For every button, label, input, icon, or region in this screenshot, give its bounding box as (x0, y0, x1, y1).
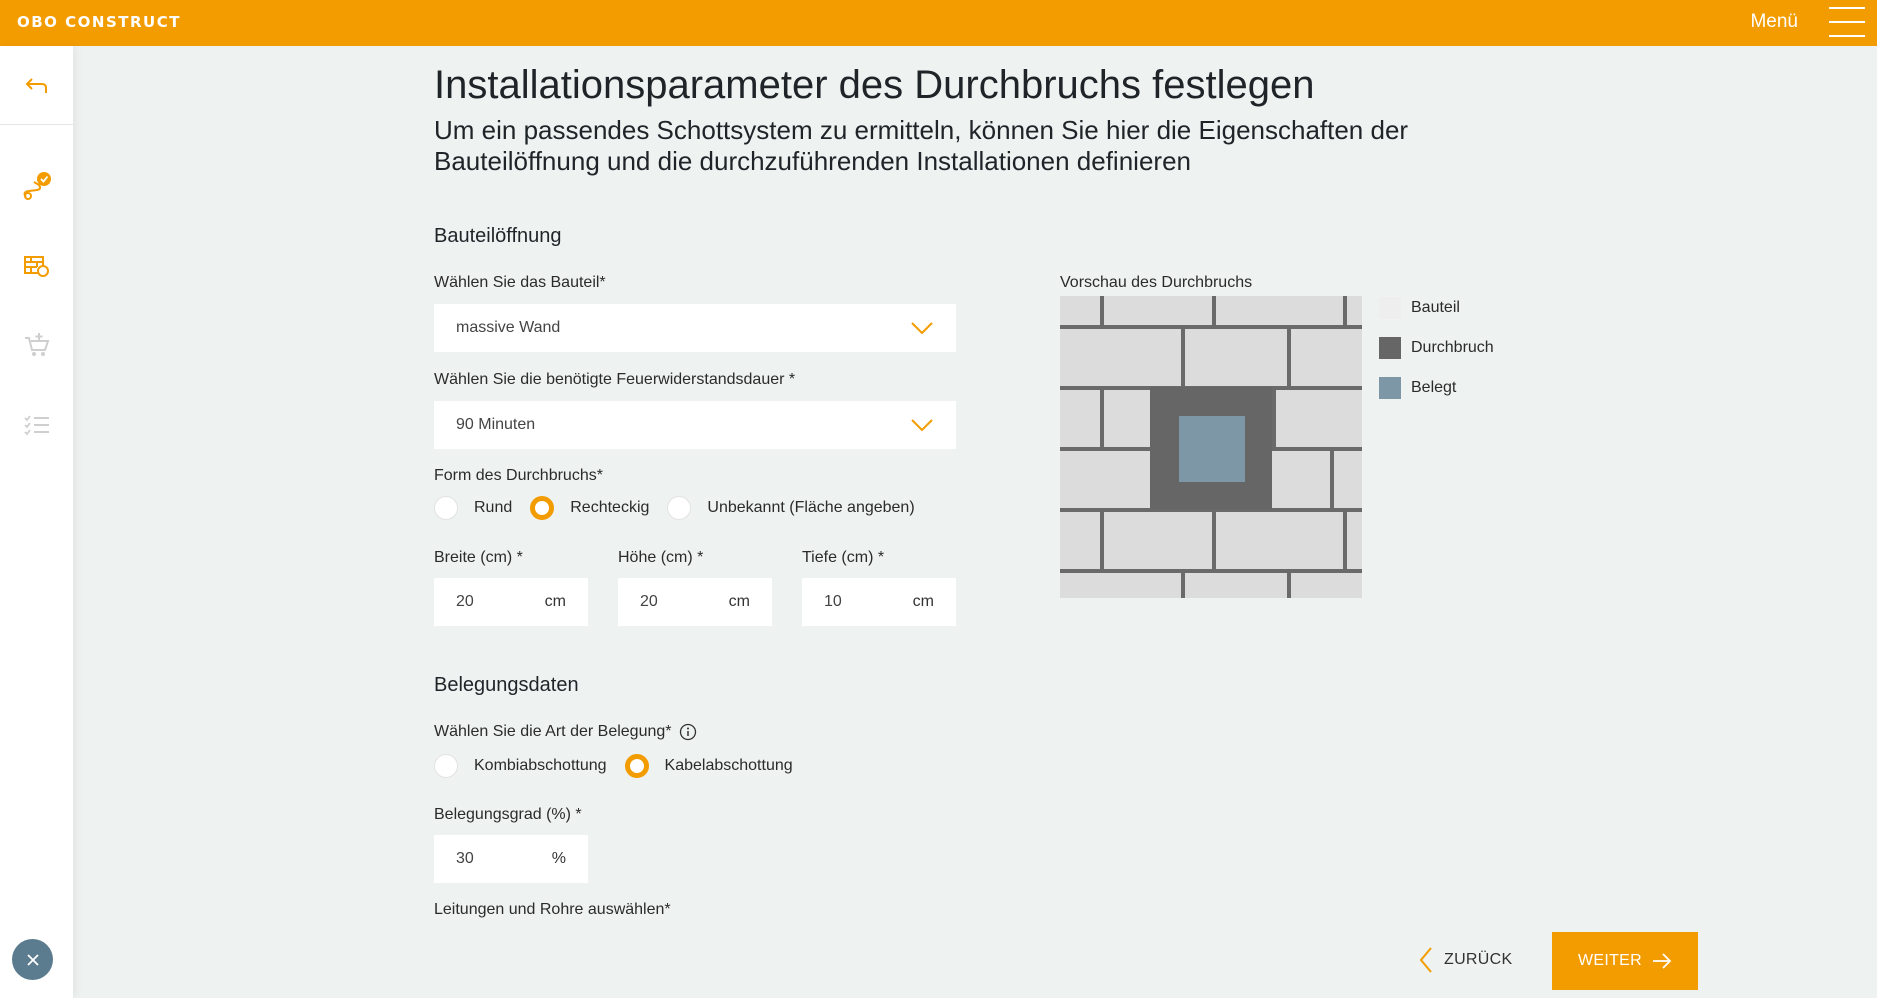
legend-label: Belegt (1411, 379, 1457, 396)
width-value: 20 (456, 593, 474, 610)
legend-item-component: Bauteil (1379, 297, 1460, 319)
legend-label: Durchbruch (1411, 339, 1494, 356)
occupied-area (1179, 416, 1245, 482)
depth-input[interactable]: 10 cm (802, 578, 956, 626)
back-button[interactable]: ZURÜCK (1418, 942, 1512, 978)
page-subtitle: Um ein passendes Schottsystem zu ermitte… (434, 115, 1409, 176)
occupancy-degree-value: 30 (456, 850, 474, 867)
route-check-icon[interactable] (0, 160, 73, 214)
menu-label[interactable]: Menü (1750, 11, 1798, 33)
shape-radio-round[interactable] (434, 496, 458, 520)
logo[interactable]: OBO CONSTRUCT (17, 13, 181, 31)
occupancy-type-radio-group: Kombiabschottung Kabelabschottung (434, 754, 811, 778)
occupancy-radio-combi[interactable] (434, 754, 458, 778)
legend-swatch (1379, 337, 1401, 359)
hamburger-menu-icon[interactable] (1829, 7, 1865, 37)
depth-label: Tiefe (cm) * (802, 549, 885, 566)
sidebar-divider (0, 124, 73, 125)
unit-label: % (551, 850, 566, 867)
legend-swatch (1379, 297, 1401, 319)
close-icon (26, 953, 39, 966)
legend-item-occupied: Belegt (1379, 377, 1456, 399)
component-select-value: massive Wand (456, 319, 561, 336)
component-label: Wählen Sie das Bauteil* (434, 274, 606, 291)
occupancy-option-label: Kabelabschottung (664, 757, 793, 774)
occupancy-type-label-row: Wählen Sie die Art der Belegung* (434, 723, 697, 741)
width-input[interactable]: 20 cm (434, 578, 588, 626)
page-title: Installationsparameter des Durchbruchs f… (434, 63, 1315, 107)
occupancy-type-label: Wählen Sie die Art der Belegung* (434, 723, 672, 740)
chevron-down-icon (911, 322, 933, 335)
occupancy-radio-cable[interactable] (624, 754, 649, 778)
fire-resistance-select[interactable]: 90 Minuten (434, 401, 956, 449)
unit-label: cm (912, 593, 934, 610)
legend-swatch (1379, 377, 1401, 399)
fire-resistance-label: Wählen Sie die benötigte Feuerwiderstand… (434, 371, 796, 388)
fire-resistance-select-value: 90 Minuten (456, 416, 536, 433)
shape-radio-rectangular[interactable] (530, 496, 555, 520)
occupancy-degree-input[interactable]: 30 % (434, 835, 588, 883)
top-bar: OBO CONSTRUCT Menü (0, 0, 1877, 46)
chevron-left-icon (1419, 947, 1432, 973)
next-button-label: WEITER (1577, 952, 1643, 969)
depth-value: 10 (824, 593, 842, 610)
arrow-right-icon (1653, 953, 1672, 969)
info-icon[interactable] (679, 723, 697, 741)
checklist-icon[interactable] (0, 398, 73, 452)
unit-label: cm (544, 593, 566, 610)
lines-label: Leitungen und Rohre auswählen* (434, 901, 671, 918)
cart-add-icon[interactable] (0, 318, 73, 372)
legend-label: Bauteil (1411, 299, 1460, 316)
sidebar (0, 46, 73, 998)
width-label: Breite (cm) * (434, 549, 523, 566)
component-select[interactable]: massive Wand (434, 304, 956, 352)
opening-preview (1060, 296, 1362, 598)
shape-radio-group: Rund Rechteckig Unbekannt (Fläche angebe… (434, 496, 933, 520)
occupancy-option-label: Kombiabschottung (474, 757, 607, 774)
wall-settings-icon[interactable] (0, 239, 73, 293)
occupancy-degree-label: Belegungsgrad (%) * (434, 806, 582, 823)
legend-item-opening: Durchbruch (1379, 337, 1494, 359)
shape-option-label: Rechteckig (570, 499, 650, 516)
shape-radio-unknown[interactable] (667, 496, 692, 520)
shape-label: Form des Durchbruchs* (434, 467, 603, 484)
section-title-occupancy: Belegungsdaten (434, 674, 579, 696)
shape-option-label: Unbekannt (Fläche angeben) (707, 499, 915, 516)
height-input[interactable]: 20 cm (618, 578, 772, 626)
height-label: Höhe (cm) * (618, 549, 704, 566)
next-button[interactable]: WEITER (1552, 932, 1698, 990)
back-button-label: ZURÜCK (1444, 951, 1513, 968)
height-value: 20 (640, 593, 658, 610)
close-button[interactable] (12, 939, 53, 980)
preview-label: Vorschau des Durchbruchs (1060, 274, 1253, 291)
back-arrow-icon[interactable] (0, 60, 73, 114)
chevron-down-icon (911, 419, 933, 432)
unit-label: cm (728, 593, 750, 610)
section-title-opening: Bauteilöffnung (434, 225, 562, 247)
shape-option-label: Rund (474, 499, 513, 516)
